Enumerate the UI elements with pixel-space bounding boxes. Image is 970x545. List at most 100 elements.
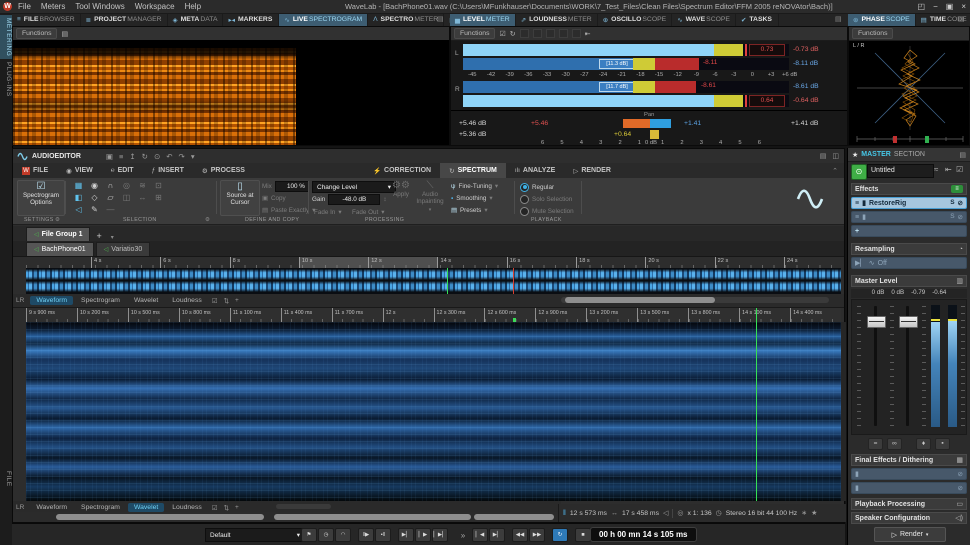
- tab-meta-data[interactable]: ◈ METADATA: [168, 13, 224, 26]
- meter-mode-icon[interactable]: [533, 29, 542, 38]
- final-effect-slot[interactable]: ▮ ⊘: [851, 482, 967, 494]
- strip-tab-plugins[interactable]: PLUG-INS: [0, 59, 12, 100]
- bottom-scrollbar[interactable]: [13, 512, 558, 522]
- change-level-dropdown[interactable]: Change Level▾: [312, 181, 396, 193]
- circle-select-icon[interactable]: ◉: [87, 180, 102, 191]
- group-gear-icon[interactable]: ⚙: [205, 217, 210, 223]
- ribbon-tab-spectrum[interactable]: ↻ SPECTRUM: [440, 163, 506, 178]
- bypass-icon[interactable]: ≈: [934, 165, 938, 174]
- add-view-icon[interactable]: +: [233, 297, 241, 304]
- fade-button[interactable]: ◠: [335, 528, 351, 542]
- zoom-scrollbar[interactable]: [276, 504, 331, 509]
- playback-processing-header[interactable]: Playback Processing ▭: [851, 498, 967, 510]
- functions-menu[interactable]: Functions: [852, 28, 893, 39]
- master-preset-field[interactable]: Untitled: [867, 164, 934, 178]
- tab-oscilloscope[interactable]: ⊕ OSCILLOSCOPE: [598, 13, 672, 26]
- lock-icon[interactable]: ▪: [935, 438, 950, 450]
- swap-icon[interactable]: ⇅: [222, 504, 231, 512]
- layout-icon[interactable]: ▤: [61, 30, 68, 38]
- marker-button[interactable]: ⚑: [301, 528, 317, 542]
- strip-tab-file[interactable]: FILE: [0, 468, 12, 490]
- target-icon[interactable]: ⊙: [154, 152, 160, 161]
- audio-format[interactable]: Stereo 16 bit 44 100 Hz: [726, 510, 797, 517]
- layout-icon[interactable]: ◰: [918, 2, 926, 11]
- play-anchor-button[interactable]: ‖▶: [358, 528, 374, 542]
- view-tab-spectrogram[interactable]: Spectrogram: [75, 296, 126, 305]
- close-icon[interactable]: ×: [961, 2, 966, 11]
- menu-item[interactable]: Meters: [41, 2, 65, 11]
- add-view-icon[interactable]: +: [233, 504, 241, 511]
- functions-menu[interactable]: Functions: [16, 28, 57, 39]
- stop-anchor-button[interactable]: ▪‖: [375, 528, 391, 542]
- chain-icon[interactable]: ∞: [887, 438, 902, 450]
- region-icon[interactable]: ⊡: [151, 180, 166, 191]
- asterisk-icon[interactable]: ∗: [801, 509, 807, 517]
- grid-icon[interactable]: ⊞: [151, 192, 166, 203]
- menu-item[interactable]: Workspace: [135, 2, 175, 11]
- functions-menu[interactable]: Functions: [454, 28, 495, 39]
- effect-slot-restorerig[interactable]: ≡ ▮ RestoreRig S⊘: [851, 197, 967, 209]
- overview-scrollbar[interactable]: [561, 297, 829, 303]
- tab-file-browser[interactable]: ≡ FILEBROWSER: [12, 13, 81, 26]
- tab-wavescope[interactable]: ∿ WAVESCOPE: [672, 13, 736, 26]
- fader-handle-left[interactable]: [867, 316, 886, 328]
- speaker-configuration-header[interactable]: Speaker Configuration ◁): [851, 512, 967, 524]
- effects-header[interactable]: Effects ≡: [851, 183, 967, 195]
- ribbon-tab-view[interactable]: ◉ VIEW: [57, 163, 102, 178]
- audio-inpainting-button[interactable]: ⟍ Audio Inpainting ▾: [415, 180, 445, 214]
- playback-mute-radio[interactable]: Mute Selection: [520, 206, 574, 216]
- skew-select-icon[interactable]: ▱: [103, 192, 118, 203]
- fade-out-button[interactable]: Fade Out▾: [352, 207, 384, 217]
- more-transport-button[interactable]: »: [455, 528, 471, 542]
- selection-end[interactable]: 17 s 458 ms: [622, 510, 659, 517]
- go-to-start-button[interactable]: ▏◀: [472, 528, 488, 542]
- apply-check-icon[interactable]: ☑: [210, 297, 220, 305]
- bypass-icon[interactable]: ⊘: [958, 199, 963, 207]
- mix-input[interactable]: 100 %: [275, 181, 309, 192]
- play-selection-button[interactable]: ▏▶▏: [432, 528, 448, 542]
- playback-regular-radio[interactable]: Regular: [520, 182, 554, 192]
- extend-icon[interactable]: ↔: [135, 192, 150, 203]
- spectrogram-options-button[interactable]: ☑ Spectrogram Options: [17, 180, 65, 216]
- magnifier-icon[interactable]: ◎: [677, 509, 683, 517]
- ribbon-tab-edit[interactable]: ℮ EDIT: [102, 163, 143, 178]
- export-icon[interactable]: ↥: [129, 152, 135, 161]
- main-ruler[interactable]: 9 s 900 ms10 s 200 ms10 s 500 ms10 s 800…: [26, 308, 841, 323]
- zoom-factor[interactable]: x 1: 136: [687, 510, 711, 517]
- view-tab-waveform[interactable]: Waveform: [30, 503, 73, 512]
- gain-input[interactable]: -48.0 dB: [328, 194, 380, 205]
- file-group-tab[interactable]: ◁ File Group 1: [26, 227, 90, 241]
- half-select-icon[interactable]: ◧: [71, 192, 86, 203]
- wavelet-display[interactable]: [26, 322, 841, 501]
- time-selection-icon[interactable]: ▦: [71, 180, 86, 191]
- live-spectrogram-display[interactable]: [13, 40, 449, 145]
- dock-menu-icon[interactable]: ▤: [835, 15, 842, 23]
- play-from-cursor-button[interactable]: ▏▶: [415, 528, 431, 542]
- goto-start-icon[interactable]: ⇤: [945, 165, 952, 174]
- channel-mode-label[interactable]: LR: [16, 504, 24, 511]
- tab-markers[interactable]: ▸◂ MARKERS: [223, 13, 279, 26]
- file-tab-bachphone01[interactable]: ◁ BachPhone01: [26, 242, 94, 256]
- tab-level-meter[interactable]: ▅ LEVELMETER: [450, 13, 516, 26]
- collapse-ribbon-icon[interactable]: ⌃: [826, 167, 844, 175]
- ribbon-tab-analyze[interactable]: ılı ANALYZE: [506, 163, 564, 178]
- smoothing-button[interactable]: ▪ Smoothing▾: [451, 193, 493, 203]
- vertical-scrollbar[interactable]: [841, 322, 846, 501]
- tab-phase-scope[interactable]: ⊛ PHASESCOPE: [848, 13, 916, 26]
- resampling-header[interactable]: Resampling ◔: [851, 243, 967, 255]
- panel-layout-icon[interactable]: ▤: [820, 152, 827, 160]
- render-button[interactable]: ▷ Render ▾: [874, 527, 946, 542]
- time-display-button[interactable]: ◷: [318, 528, 334, 542]
- loop-button[interactable]: ↻: [552, 528, 568, 542]
- tab-project-manager[interactable]: ≣ PROJECTMANAGER: [81, 13, 168, 26]
- dock-menu-icon[interactable]: ▤: [958, 15, 965, 23]
- ribbon-tab-correction[interactable]: ⚡ CORRECTION: [364, 163, 440, 178]
- solo-icon[interactable]: S: [950, 199, 954, 207]
- dock-menu-icon[interactable]: ▤: [437, 15, 444, 23]
- swap-icon[interactable]: ⇅: [222, 297, 231, 305]
- tab-live-spectrogram[interactable]: ∿ LIVESPECTROGRAM: [279, 13, 368, 26]
- split-channels-icon[interactable]: ◫: [119, 192, 134, 203]
- apply-check-icon[interactable]: ☑: [499, 30, 505, 38]
- chevron-down-icon[interactable]: ▾: [108, 234, 117, 241]
- add-group-button[interactable]: +: [92, 231, 105, 241]
